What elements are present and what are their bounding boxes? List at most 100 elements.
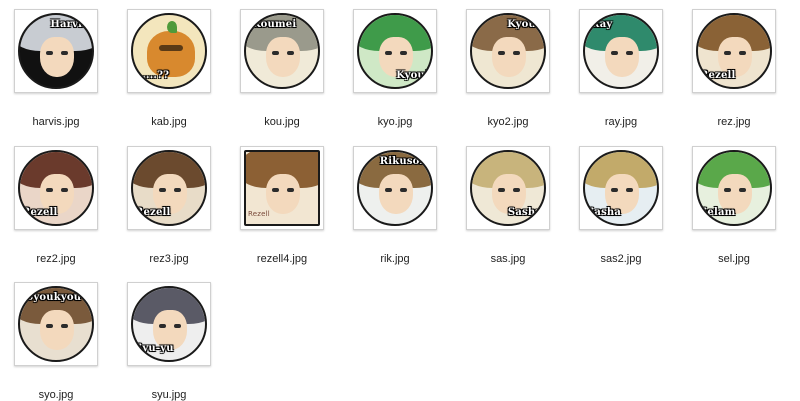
file-name-label[interactable]: rez3.jpg [113,253,225,265]
eye-right [287,188,294,192]
eye-left [724,51,731,55]
eye-right [287,51,294,55]
avatar-image: Rezell [131,150,207,226]
eye-left [159,188,166,192]
avatar-caption: Kyoui [507,19,540,30]
file-name-label[interactable]: ray.jpg [565,116,677,128]
avatar-caption: Harvis [50,19,88,30]
eye-left [385,188,392,192]
file-thumbnail[interactable]: Rezell [127,146,211,230]
eye-right [61,51,68,55]
file-name-label[interactable]: rezell4.jpg [226,253,338,265]
file-name-label[interactable]: kyo.jpg [339,116,451,128]
eye-right [513,51,520,55]
face-shape [266,37,300,77]
eye-right [513,188,520,192]
file-name-label[interactable]: sel.jpg [678,253,790,265]
eye-right [61,188,68,192]
eye-right [739,51,746,55]
avatar-image: Kyoui [470,13,546,89]
file-thumbnail[interactable]: Rezell [692,9,776,93]
file-thumbnail[interactable]: Ray [579,9,663,93]
avatar-image: ......?? [131,13,207,89]
eye-right [739,188,746,192]
face-shape [40,37,74,77]
avatar-image: Selam [696,150,772,226]
avatar-caption: Rezell [22,207,58,218]
eye-right [626,188,633,192]
avatar-caption: Syu-yu [135,343,174,354]
eye-left [272,51,279,55]
eye-right [400,188,407,192]
eye-left [498,188,505,192]
avatar-caption: ......?? [135,70,170,81]
avatar-caption: Ray [591,19,613,30]
avatar-image: Kyoui [357,13,433,89]
eye-left [46,324,53,328]
file-name-label[interactable]: rez2.jpg [0,253,112,265]
avatar-image: Koumei [244,13,320,89]
eye-left [159,324,166,328]
avatar-image: Rezell [244,150,320,226]
avatar-caption: Kyoui [396,70,429,81]
avatar-image: Sasha [470,150,546,226]
eye-left [272,188,279,192]
file-name-label[interactable]: kab.jpg [113,116,225,128]
eye-right [174,188,181,192]
eye-right [174,324,181,328]
file-thumbnail[interactable]: Kyoui [353,9,437,93]
face-shape [379,174,413,214]
file-name-label[interactable]: kyo2.jpg [452,116,564,128]
file-thumbnail[interactable]: Sasha [579,146,663,230]
eye-left [46,188,53,192]
file-thumbnail[interactable]: Harvis [14,9,98,93]
avatar-image: Syu-yu [131,286,207,362]
eye-left [611,51,618,55]
leaf-shape [167,21,177,33]
file-name-label[interactable]: sas.jpg [452,253,564,265]
eye-left [724,188,731,192]
eye-right [400,51,407,55]
file-thumbnail[interactable]: Syu-yu [127,282,211,366]
avatar-caption: Selam [700,207,736,218]
avatar-caption: Koumei [252,19,297,30]
file-name-label[interactable]: syu.jpg [113,389,225,401]
avatar-caption: Sasha [507,207,542,218]
avatar-caption: Rezell [248,210,270,218]
avatar-image: Rezell [696,13,772,89]
file-name-label[interactable]: rik.jpg [339,253,451,265]
eye-left [498,51,505,55]
pumpkin-face [159,45,183,51]
file-thumbnail[interactable]: Rezell [240,146,324,230]
face-shape [40,310,74,350]
avatar-image: Rezell [18,150,94,226]
face-shape [266,174,300,214]
file-name-label[interactable]: harvis.jpg [0,116,112,128]
file-thumbnail[interactable]: Kyoui [466,9,550,93]
file-thumbnail[interactable]: Sasha [466,146,550,230]
file-name-label[interactable]: kou.jpg [226,116,338,128]
file-name-label[interactable]: rez.jpg [678,116,790,128]
avatar-image: Harvis [18,13,94,89]
file-thumbnail[interactable]: Rezell [14,146,98,230]
file-thumbnail[interactable]: Rikuson [353,146,437,230]
avatar-caption: Sasha [587,207,622,218]
eye-right [61,324,68,328]
face-shape [605,37,639,77]
file-thumbnail[interactable]: ......?? [127,9,211,93]
eye-right [626,51,633,55]
file-grid: Harvis harvis.jpg......?? kab.jpg Koumei kou… [0,0,800,401]
file-thumbnail[interactable]: Koumei [240,9,324,93]
eye-left [385,51,392,55]
avatar-caption: Rezell [700,70,736,81]
file-thumbnail[interactable]: Syoukyou [14,282,98,366]
file-thumbnail[interactable]: Selam [692,146,776,230]
avatar-image: Sasha [583,150,659,226]
avatar-caption: Rezell [135,207,171,218]
avatar-image: Rikuson [357,150,433,226]
eye-left [611,188,618,192]
file-name-label[interactable]: syo.jpg [0,389,112,401]
face-shape [492,37,526,77]
file-name-label[interactable]: sas2.jpg [565,253,677,265]
avatar-caption: Rikuson [379,156,427,167]
